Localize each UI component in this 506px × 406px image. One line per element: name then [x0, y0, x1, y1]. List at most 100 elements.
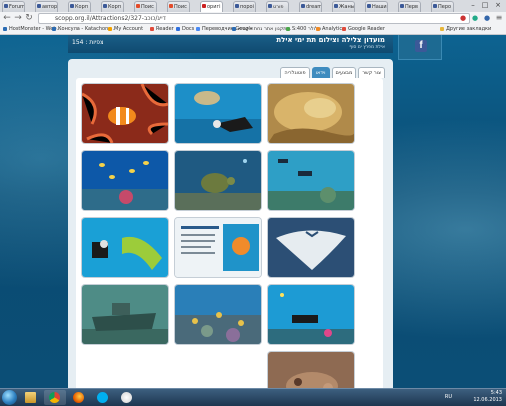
bookmark-icon	[316, 26, 320, 31]
tab-favicon-icon	[37, 4, 41, 8]
skype-taskbar-icon[interactable]	[92, 390, 114, 405]
bookmark-item[interactable]: Docs	[176, 24, 194, 34]
facebook-icon[interactable]: f	[415, 40, 427, 52]
keyboard-language[interactable]: RU	[445, 394, 452, 400]
bookmark-icon	[196, 26, 200, 31]
tab-favicon-icon	[235, 4, 239, 8]
gallery-thumbnail[interactable]	[175, 84, 261, 143]
tab-favicon-icon	[4, 4, 8, 8]
bookmark-item[interactable]: Google Reader	[342, 24, 385, 34]
bookmark-label: Другие закладки	[446, 26, 492, 32]
browser-tab-label: Жаны	[339, 4, 355, 10]
browser-tab[interactable]: Жаны	[332, 1, 355, 12]
bookmark-item[interactable]: Analytics	[316, 24, 345, 34]
bookmark-label: My Account	[114, 26, 144, 32]
app-taskbar-icon[interactable]	[116, 390, 138, 405]
gallery-thumbnail[interactable]	[268, 352, 354, 388]
extension-icon[interactable]: ●	[482, 13, 492, 23]
gallery-thumbnail[interactable]	[268, 151, 354, 210]
browser-tab-label: автор	[42, 4, 58, 10]
site-subtitle: אילת מפרץ ים סוף	[349, 45, 385, 50]
tab-favicon-icon	[202, 4, 206, 8]
browser-tab[interactable]: Наши	[365, 1, 388, 12]
bookmark-icon	[176, 26, 180, 31]
tab-favicon-icon	[334, 4, 338, 8]
browser-tab-label: Перв	[405, 4, 418, 10]
reload-icon[interactable]: ↻	[24, 13, 34, 23]
clock-time: 5:43	[490, 390, 502, 396]
gallery-thumbnail[interactable]	[268, 84, 354, 143]
content-tab[interactable]: צור קשר	[358, 67, 385, 78]
tab-favicon-icon	[301, 4, 305, 8]
bookmark-label: Reader	[156, 26, 174, 32]
tab-favicon-icon	[433, 4, 437, 8]
browser-tab[interactable]: Перв	[398, 1, 421, 12]
bookmark-label: Google Reader	[348, 26, 385, 32]
bookmark-icon	[440, 26, 444, 31]
bookmark-item[interactable]: Reader	[150, 24, 174, 34]
bookmark-item[interactable]: Другие закладки	[440, 24, 491, 34]
start-button-icon[interactable]	[2, 390, 17, 405]
bookmark-item[interactable]: My Account	[108, 24, 143, 34]
browser-tab[interactable]: Forum	[2, 1, 25, 12]
close-window-button[interactable]: ×	[493, 1, 503, 9]
browser-tab[interactable]: оригі	[200, 1, 223, 12]
site-header: 154 : צפיות מועדון צלילה וצילום תת ימי א…	[68, 35, 393, 53]
gallery-thumbnail[interactable]	[82, 218, 168, 277]
content-tab[interactable]: מבצעים	[331, 67, 357, 78]
url-input[interactable]: scopp.org.il/Attractions2/327-דייג/כוכב	[38, 13, 470, 24]
gallery-thumbnail[interactable]	[175, 285, 261, 344]
page-view-count: 154 : צפיות	[72, 39, 104, 46]
site-title[interactable]: מועדון צלילה וצילום תת ימי אילת	[276, 36, 385, 44]
menu-icon[interactable]: ≡	[494, 13, 504, 23]
browser-tab-label: оригі	[207, 4, 221, 10]
maximize-window-button[interactable]: □	[480, 1, 490, 9]
system-clock[interactable]: 5:43 12.06.2013	[473, 390, 502, 404]
bookmark-item[interactable]: Консула - Katachons...	[52, 24, 116, 34]
browser-tab[interactable]: Корп	[101, 1, 124, 12]
tab-favicon-icon	[367, 4, 371, 8]
content-tab[interactable]: פוטוגלריה	[280, 67, 310, 78]
browser-tab-label: פורט	[273, 4, 284, 10]
gallery-thumbnail[interactable]	[268, 218, 354, 277]
browser-tab[interactable]: פורט	[266, 1, 289, 12]
browser-tab[interactable]: Перо	[431, 1, 454, 12]
bookmark-label: Docs	[182, 26, 195, 32]
photo-gallery	[76, 78, 383, 388]
browser-tab-label: Наши	[372, 4, 387, 10]
extension-icon[interactable]: ●	[458, 13, 468, 23]
facebook-box[interactable]: f	[398, 35, 442, 60]
clock-date: 12.06.2013	[473, 397, 502, 403]
content-tab[interactable]: וידאו	[311, 67, 330, 78]
forward-arrow-icon[interactable]: →	[13, 13, 23, 23]
browser-tab[interactable]: Поис	[134, 1, 157, 12]
gallery-thumbnail[interactable]	[175, 151, 261, 210]
extension-icon[interactable]: ●	[470, 13, 480, 23]
bookmark-icon	[52, 26, 56, 31]
gallery-thumbnail[interactable]	[175, 218, 261, 277]
bookmark-icon	[342, 26, 346, 31]
minimize-window-button[interactable]: –	[468, 1, 478, 9]
firefox-taskbar-icon[interactable]	[68, 390, 90, 405]
browser-tab-label: Поис	[141, 4, 154, 10]
bookmark-icon	[150, 26, 154, 31]
tab-favicon-icon	[136, 4, 140, 8]
gallery-thumbnail[interactable]	[82, 84, 168, 143]
browser-tab-label: пороі	[240, 4, 254, 10]
browser-tab[interactable]: автор	[35, 1, 58, 12]
chrome-taskbar-icon[interactable]	[44, 390, 66, 405]
content-area: צור קשר מבצעים וידאו פוטוגלריה	[68, 59, 393, 388]
back-arrow-icon[interactable]: ←	[2, 13, 12, 23]
browser-tab[interactable]: пороі	[233, 1, 256, 12]
gallery-thumbnail[interactable]	[82, 151, 168, 210]
bookmark-label: תקנון אתר נחת - ישרא...	[238, 26, 292, 32]
gallery-thumbnail[interactable]	[82, 285, 168, 344]
browser-tab[interactable]: Корп	[68, 1, 91, 12]
browser-tab[interactable]: dream	[299, 1, 322, 12]
browser-tab-label: dream	[306, 4, 322, 10]
gallery-thumbnail[interactable]	[268, 285, 354, 344]
bookmark-item[interactable]: תקנון אתר נחת - ישרא...	[232, 24, 291, 34]
tab-favicon-icon	[268, 4, 272, 8]
browser-tab[interactable]: Поис	[167, 1, 190, 12]
explorer-taskbar-icon[interactable]	[20, 390, 42, 405]
